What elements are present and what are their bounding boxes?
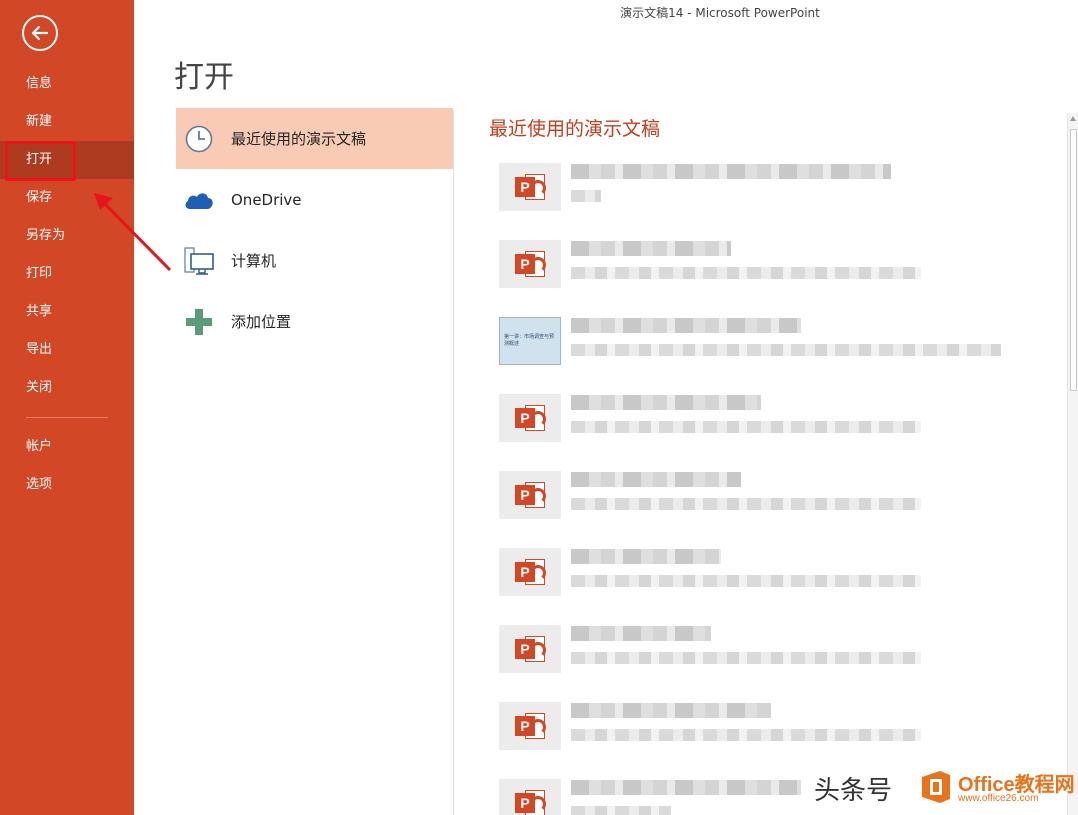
location-label: 计算机 (231, 252, 277, 270)
file-name-redacted (571, 472, 741, 487)
window-title: 演示文稿14 - Microsoft PowerPoint (620, 6, 820, 20)
cloud-icon (182, 183, 216, 217)
backstage-sidebar: 信息 新建 打开 保存 另存为 打印 共享 导出 关闭 帐户 选项 (0, 0, 134, 815)
ppt-file-icon: P (499, 625, 561, 673)
file-name-redacted (571, 780, 801, 795)
recent-title: 最近使用的演示文稿 (489, 118, 661, 140)
backstage-nav: 信息 新建 打开 保存 另存为 打印 共享 导出 关闭 帐户 选项 (0, 65, 134, 504)
nav-item-save-as[interactable]: 另存为 (0, 217, 134, 255)
recent-file-item[interactable]: P (499, 227, 1059, 304)
recent-file-item[interactable]: P (499, 150, 1059, 227)
file-path-redacted (571, 652, 921, 664)
ppt-file-icon: P (499, 702, 561, 750)
scroll-up-icon[interactable] (1070, 116, 1076, 121)
file-name-redacted (571, 241, 731, 256)
file-path-redacted (571, 806, 671, 815)
clock-icon (182, 122, 216, 156)
nav-item-export[interactable]: 导出 (0, 331, 134, 369)
recent-file-item[interactable]: P (499, 458, 1059, 535)
file-name-redacted (571, 164, 891, 179)
nav-item-new[interactable]: 新建 (0, 103, 134, 141)
watermark-toutiao: 头条号 (814, 776, 893, 806)
back-arrow-icon (31, 25, 49, 41)
ppt-file-icon: P (499, 394, 561, 442)
file-path-redacted (571, 498, 921, 510)
nav-item-info[interactable]: 信息 (0, 65, 134, 103)
file-path-redacted (571, 421, 921, 433)
ppt-file-icon: P (499, 163, 561, 211)
location-onedrive[interactable]: OneDrive (176, 169, 453, 230)
nav-item-share[interactable]: 共享 (0, 293, 134, 331)
recent-files-list: P P 第一讲：市场调查与预测概述 P P P P P P (499, 150, 1059, 815)
file-path-redacted (571, 575, 921, 587)
recent-file-item[interactable]: P (499, 689, 1059, 766)
location-recent[interactable]: 最近使用的演示文稿 (176, 108, 453, 169)
nav-item-account[interactable]: 帐户 (0, 428, 134, 466)
file-name-redacted (571, 703, 771, 718)
nav-item-open[interactable]: 打开 (0, 141, 134, 179)
slide-thumbnail-text: 第一讲：市场调查与预测概述 (504, 334, 555, 347)
back-button[interactable] (22, 15, 58, 51)
location-label: 最近使用的演示文稿 (231, 130, 367, 148)
nav-item-print[interactable]: 打印 (0, 255, 134, 293)
powerpoint-backstage: 信息 新建 打开 保存 另存为 打印 共享 导出 关闭 帐户 选项 演示文稿14… (0, 0, 1078, 815)
watermark-url: www.office26.com (958, 793, 1039, 804)
location-add-place[interactable]: 添加位置 (176, 291, 453, 352)
ppt-file-icon: P (499, 471, 561, 519)
file-name-redacted (571, 626, 711, 641)
nav-divider (26, 417, 108, 418)
file-path-redacted (571, 729, 921, 741)
file-path-redacted (571, 267, 921, 279)
recent-file-item[interactable]: P (499, 535, 1059, 612)
nav-item-close[interactable]: 关闭 (0, 369, 134, 407)
ppt-file-icon: P (499, 548, 561, 596)
ppt-file-icon: P (499, 779, 561, 815)
nav-item-save[interactable]: 保存 (0, 179, 134, 217)
slide-thumbnail: 第一讲：市场调查与预测概述 (499, 317, 561, 365)
scroll-thumb[interactable] (1070, 129, 1077, 391)
file-path-redacted (571, 190, 601, 202)
locations-list: 最近使用的演示文稿 OneDrive 计算机 添加位置 (176, 108, 453, 352)
location-computer[interactable]: 计算机 (176, 230, 453, 291)
office-logo-icon (922, 771, 950, 803)
file-name-redacted (571, 318, 801, 333)
recent-file-item[interactable]: 第一讲：市场调查与预测概述 (499, 304, 1059, 381)
plus-icon (182, 305, 216, 339)
recent-file-item[interactable]: P (499, 381, 1059, 458)
file-path-redacted (571, 344, 1001, 356)
file-name-redacted (571, 549, 721, 564)
page-title: 打开 (174, 60, 234, 95)
panel-divider (453, 110, 454, 815)
nav-item-options[interactable]: 选项 (0, 466, 134, 504)
location-label: 添加位置 (231, 313, 292, 331)
recent-file-item[interactable]: P (499, 612, 1059, 689)
file-name-redacted (571, 395, 761, 410)
location-label: OneDrive (231, 190, 302, 209)
recent-scrollbar[interactable] (1067, 113, 1078, 815)
computer-icon (182, 244, 216, 278)
ppt-file-icon: P (499, 240, 561, 288)
